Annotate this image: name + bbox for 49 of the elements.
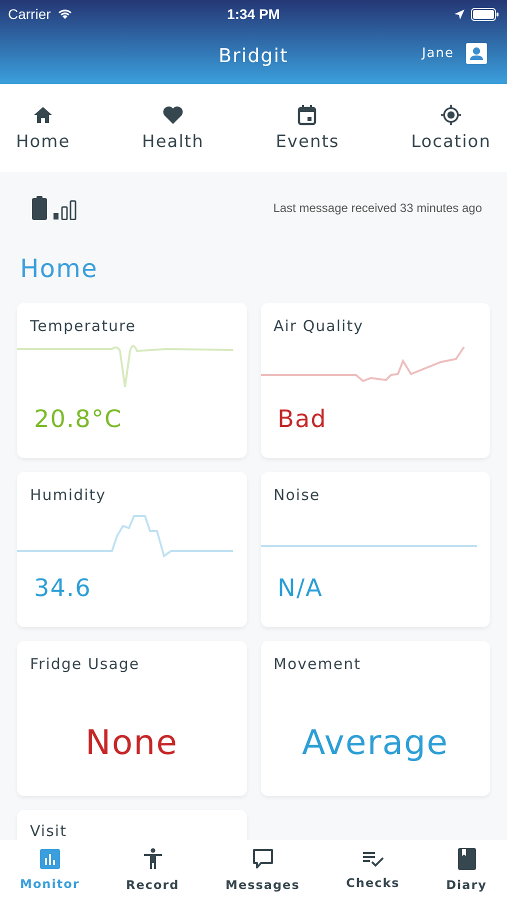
carrier-name: Carrier [8,6,51,22]
sensor-card[interactable]: Visit [17,810,246,840]
calendar-icon [297,104,318,126]
card-value: N/A [278,574,323,602]
sensor-card[interactable]: Fridge Usage None [17,641,246,796]
app-title: Bridgit [218,45,288,67]
tab[interactable]: Home [10,84,76,172]
wifi-icon [56,8,73,20]
card-title: Noise [274,486,320,504]
account-icon [466,43,487,64]
card-value: 20.8°C [34,405,122,433]
card-value: 34.6 [34,574,92,602]
tab[interactable]: Events [270,84,346,172]
card-title: Humidity [30,486,106,504]
sensor-card[interactable]: Humidity 34.6 [17,472,246,627]
sensor-card[interactable]: Temperature 20.8°C [17,303,246,458]
card-value: Average [302,722,449,762]
card-value: None [85,722,178,762]
chat-icon [252,848,274,870]
last-message-text: Last message received 33 minutes ago [273,201,482,215]
card-title: Temperature [30,317,136,335]
book-icon [458,848,476,870]
clock-time: 1:34 PM [227,6,280,22]
checklist-icon [362,850,384,868]
nav-item[interactable]: Checks [342,840,404,900]
sensor-card[interactable]: Air Quality Bad [260,303,490,458]
card-value: Bad [278,405,327,433]
bar-chart-icon [40,849,60,869]
nav-item[interactable]: Diary [442,840,491,900]
heart-icon [162,104,184,126]
person-icon [142,848,163,870]
nav-item[interactable]: Record [122,840,184,900]
card-title: Fridge Usage [30,655,140,673]
signal-icon [53,200,77,220]
sensor-card[interactable]: Noise N/A [260,472,490,627]
card-title: Visit [30,822,67,840]
card-title: Movement [274,655,361,673]
sensor-card[interactable]: Movement Average [260,641,490,796]
section-title: Home [20,254,99,283]
battery-icon [470,8,499,20]
target-icon [439,104,464,126]
home-icon [33,104,54,126]
tab[interactable]: Health [136,84,210,172]
card-title: Air Quality [274,317,364,335]
nav-item[interactable]: Messages [222,840,304,900]
user-button[interactable]: Jane [422,43,487,64]
battery-icon [32,196,47,220]
tab[interactable]: Location [405,84,497,172]
location-arrow-icon [454,8,465,20]
